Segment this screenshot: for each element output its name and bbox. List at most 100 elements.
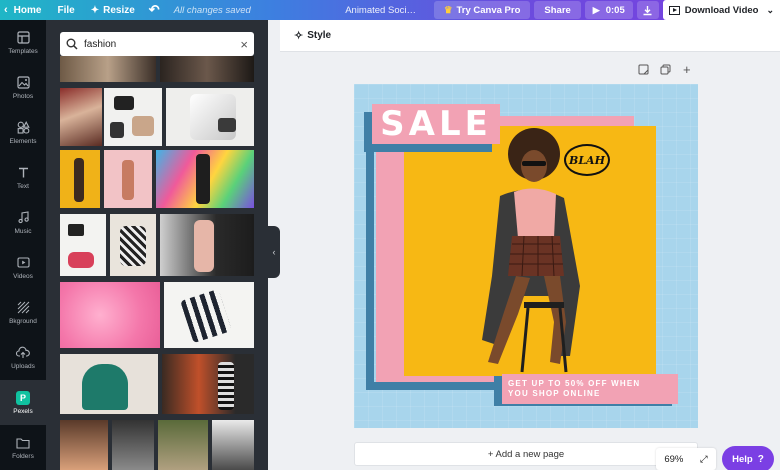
photo-thumbnail[interactable] (60, 56, 156, 82)
rail-label: Photos (12, 92, 34, 100)
photo-thumbnail[interactable] (166, 88, 254, 146)
try-pro-button[interactable]: ♛ Try Canva Pro (433, 1, 531, 19)
rail-item-pexels[interactable]: P Pexels (0, 380, 46, 425)
share-button[interactable]: Share (534, 1, 581, 19)
rail-item-templates[interactable]: Templates (0, 20, 46, 65)
undo-icon: ↶ (148, 2, 160, 17)
question-icon: ? (757, 453, 764, 465)
photos-icon (15, 76, 31, 90)
editor-toolbar: ✧ Style (280, 20, 780, 52)
top-toolbar: ‹ Home File ✦ Resize ↶ All changes saved… (0, 0, 780, 20)
photo-thumbnail[interactable] (60, 354, 158, 414)
photo-thumbnail[interactable] (110, 214, 156, 276)
zoom-level: 69% (664, 453, 684, 465)
save-status: All changes saved (173, 4, 251, 16)
try-pro-label: Try Canva Pro (456, 4, 521, 16)
zoom-control[interactable]: 69% ⤢ (656, 448, 716, 470)
pexels-panel: fashion × (46, 20, 268, 470)
model-figure (482, 128, 580, 373)
photo-thumbnail[interactable] (162, 354, 254, 414)
photo-thumbnail[interactable] (60, 88, 102, 146)
download-icon-button[interactable] (636, 1, 659, 19)
rail-label: Uploads (11, 362, 35, 370)
photo-thumbnail[interactable] (60, 282, 160, 348)
search-input[interactable]: fashion (84, 39, 240, 50)
rail-item-background[interactable]: Bkground (0, 290, 46, 335)
cta-line-1: GET UP TO 50% OFF WHEN (508, 379, 641, 388)
share-label: Share (544, 4, 571, 16)
document-title[interactable]: Animated Soci… (337, 0, 424, 20)
templates-icon (15, 31, 31, 45)
rail-label: Folders (12, 452, 34, 460)
add-page-icon[interactable]: + (683, 62, 691, 77)
chevron-left-icon: ‹ (272, 247, 276, 257)
file-label: File (57, 4, 75, 16)
photo-thumbnail[interactable] (160, 214, 254, 276)
rail-label: Text (17, 182, 29, 190)
photo-thumbnail[interactable] (160, 56, 254, 82)
speech-bubble[interactable]: BLAH (564, 144, 610, 176)
videos-icon (15, 256, 31, 270)
photo-thumbnail[interactable] (60, 420, 108, 470)
resize-button[interactable]: ✦ Resize (83, 0, 143, 20)
expand-icon[interactable]: ⤢ (700, 454, 708, 465)
rail-label: Pexels (13, 407, 33, 415)
rail-label: Music (14, 227, 32, 235)
resize-label: Resize (103, 4, 135, 16)
rail-label: Elements (9, 137, 37, 145)
play-button[interactable]: ▶ 0:05 (584, 1, 633, 19)
rail-item-uploads[interactable]: Uploads (0, 335, 46, 380)
cta-line-2: YOU SHOP ONLINE (508, 389, 601, 398)
photo-thumbnail[interactable] (104, 150, 152, 208)
uploads-icon (15, 346, 31, 360)
download-label: Download Video (684, 4, 759, 16)
magic-wand-icon: ✧ (294, 30, 304, 42)
photo-thumbnail[interactable] (60, 214, 106, 276)
play-icon: ▶ (592, 4, 600, 15)
file-menu[interactable]: File (49, 0, 82, 20)
left-rail: Templates Photos Elements Text Music Vid… (0, 20, 46, 470)
video-icon (668, 5, 680, 15)
notes-icon[interactable] (638, 64, 649, 78)
music-icon (15, 211, 31, 225)
rail-item-elements[interactable]: Elements (0, 110, 46, 155)
photo-thumbnail[interactable] (164, 282, 254, 348)
chevron-left-icon: ‹ (4, 4, 8, 16)
help-label: Help (732, 453, 753, 465)
rail-label: Templates (8, 47, 38, 55)
style-button[interactable]: Style (307, 30, 331, 41)
sparkle-icon: ✦ (90, 4, 100, 16)
folders-icon (15, 436, 31, 450)
duplicate-page-icon[interactable] (660, 64, 671, 78)
search-icon (66, 38, 78, 50)
elements-icon (15, 121, 31, 135)
design-canvas[interactable]: BLAH SALE GET UP TO 50% OFF WHEN YOU SHO… (354, 84, 698, 428)
photo-thumbnail[interactable] (212, 420, 254, 470)
sale-text[interactable]: SALE (372, 104, 500, 144)
add-new-page-button[interactable]: + Add a new page (354, 442, 698, 466)
rail-item-videos[interactable]: Videos (0, 245, 46, 290)
rail-item-folders[interactable]: Folders (0, 425, 46, 470)
pexels-icon: P (16, 390, 30, 405)
photo-thumbnail[interactable] (112, 420, 154, 470)
download-video-button[interactable]: Download Video ⌄ (662, 0, 780, 20)
photo-thumbnail[interactable] (156, 150, 254, 208)
search-box[interactable]: fashion × (60, 32, 254, 56)
help-button[interactable]: Help ? (722, 446, 774, 470)
photo-thumbnail[interactable] (158, 420, 208, 470)
rail-item-text[interactable]: Text (0, 155, 46, 200)
background-icon (15, 301, 31, 315)
rail-label: Videos (13, 272, 33, 280)
rail-item-music[interactable]: Music (0, 200, 46, 245)
rail-item-photos[interactable]: Photos (0, 65, 46, 110)
undo-button[interactable]: ↶ (143, 0, 166, 20)
photo-thumbnail[interactable] (104, 88, 162, 146)
rail-label: Bkground (9, 317, 37, 325)
model-photo[interactable]: BLAH (404, 126, 656, 376)
photo-thumbnail[interactable] (60, 150, 100, 208)
home-button[interactable]: ‹ Home (0, 0, 49, 20)
cta-text-box[interactable]: GET UP TO 50% OFF WHEN YOU SHOP ONLINE (502, 374, 678, 404)
collapse-panel-button[interactable]: ‹ (268, 226, 280, 278)
chevron-down-icon: ⌄ (766, 4, 774, 15)
clear-search-icon[interactable]: × (240, 37, 248, 52)
